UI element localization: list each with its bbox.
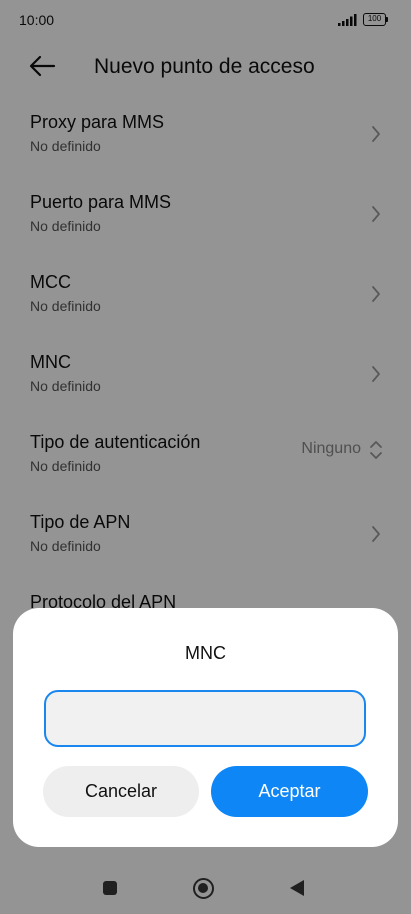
cancel-button[interactable]: Cancelar xyxy=(43,766,199,817)
mnc-input[interactable] xyxy=(44,690,366,747)
back-icon[interactable] xyxy=(290,880,304,896)
home-icon[interactable] xyxy=(193,878,214,899)
mnc-dialog: MNC Cancelar Aceptar xyxy=(13,608,398,847)
dialog-title: MNC xyxy=(185,643,226,663)
navigation-bar xyxy=(0,856,411,914)
recent-apps-icon[interactable] xyxy=(103,881,117,895)
accept-button[interactable]: Aceptar xyxy=(211,766,368,817)
